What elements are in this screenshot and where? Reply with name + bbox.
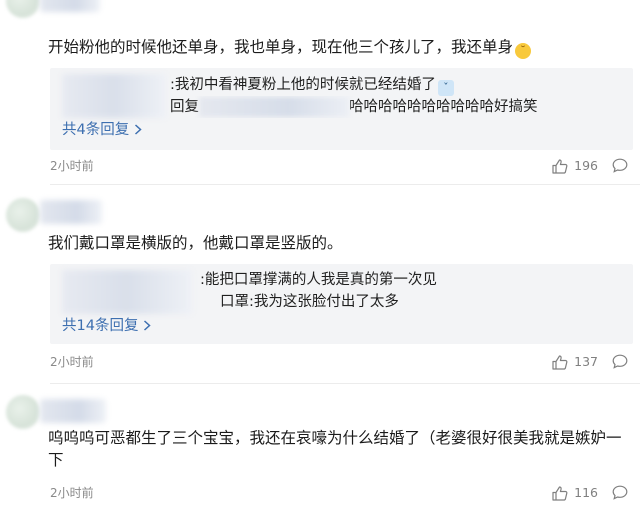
reply-line: :我初中看神夏粉上他的时候就已经结婚了 ˇ [170, 74, 633, 96]
like-count: 116 [574, 485, 598, 500]
crying-emoji-icon: ˇ [437, 80, 454, 96]
like-button[interactable]: 196 [552, 156, 598, 176]
comment-item: 我们戴口罩是横版的，他戴口罩是竖版的。 :能把口罩撑满的人我是真的第一次见 口罩… [0, 186, 640, 384]
comment-item: 开始粉他的时候他还单身，我也单身，现在他三个孩儿了，我还单身 ˘ :我初中看神夏粉… [0, 0, 640, 185]
username-blurred[interactable] [40, 0, 100, 12]
comment-item: 呜呜呜可恶都生了三个宝宝，我还在哀嚎为什么结婚了（老婆很好很美我就是嫉妒一下 2… [0, 385, 640, 510]
comment-text-content: 开始粉他的时候他还单身，我也单身，现在他三个孩儿了，我还单身 [48, 38, 514, 56]
sweat-smile-emoji-icon: ˘ [515, 43, 532, 59]
reply-target-blurred [199, 97, 349, 117]
comment-text-content: 我们戴口罩是横版的，他戴口罩是竖版的。 [48, 234, 343, 252]
like-count: 196 [574, 158, 598, 173]
like-button[interactable]: 137 [552, 352, 598, 372]
comment-meta: 2小时前 196 [50, 156, 632, 176]
reply-text: :我初中看神夏粉上他的时候就已经结婚了 [170, 77, 436, 93]
comment-text-content: 呜呜呜可恶都生了三个宝宝，我还在哀嚎为什么结婚了（老婆很好很美我就是嫉妒一下 [48, 429, 622, 469]
reply-button[interactable] [612, 485, 628, 500]
comment-bubble-icon [612, 158, 628, 173]
reply-line: :能把口罩撑满的人我是真的第一次见 [200, 269, 633, 291]
comment-feed: 开始粉他的时候他还单身，我也单身，现在他三个孩儿了，我还单身 ˘ :我初中看神夏粉… [0, 0, 640, 510]
comment-text: 我们戴口罩是横版的，他戴口罩是竖版的。 [48, 232, 632, 254]
username-blurred[interactable] [40, 200, 102, 224]
reply-usernames-blurred [62, 74, 166, 118]
divider [50, 184, 640, 185]
reply-button[interactable] [612, 354, 628, 369]
username-blurred[interactable] [40, 399, 106, 423]
timestamp: 2小时前 [50, 486, 94, 500]
reply-box: :我初中看神夏粉上他的时候就已经结婚了 ˇ 回复 哈哈哈哈哈哈哈哈哈哈好搞笑 共4条… [50, 68, 633, 150]
comment-text: 开始粉他的时候他还单身，我也单身，现在他三个孩儿了，我还单身 ˘ [48, 36, 632, 59]
avatar[interactable] [6, 395, 40, 429]
avatar[interactable] [6, 198, 40, 232]
chevron-right-icon [134, 124, 142, 135]
reply-prefix: 回复 [170, 99, 199, 115]
like-count: 137 [574, 354, 598, 369]
chevron-right-icon [144, 320, 151, 331]
more-replies-link[interactable]: 共4条回复 [62, 120, 142, 140]
comment-bubble-icon [612, 354, 628, 369]
reply-button[interactable] [612, 158, 628, 173]
like-button[interactable]: 116 [552, 483, 598, 503]
comment-meta: 2小时前 137 [50, 352, 632, 372]
reply-text: 口罩:我为这张脸付出了太多 [220, 294, 399, 310]
reply-text: :能把口罩撑满的人我是真的第一次见 [200, 272, 437, 288]
avatar[interactable] [6, 0, 40, 18]
more-replies-label: 共4条回复 [62, 122, 130, 138]
reply-line: 口罩:我为这张脸付出了太多 [220, 291, 633, 313]
reply-usernames-blurred [62, 270, 192, 314]
reply-text: 哈哈哈哈哈哈哈哈哈哈好搞笑 [349, 99, 538, 115]
comment-text: 呜呜呜可恶都生了三个宝宝，我还在哀嚎为什么结婚了（老婆很好很美我就是嫉妒一下 [48, 427, 632, 473]
divider [50, 383, 640, 384]
reply-box: :能把口罩撑满的人我是真的第一次见 口罩:我为这张脸付出了太多 共14条回复 [50, 264, 633, 344]
thumbs-up-icon [552, 485, 568, 501]
thumbs-up-icon [552, 354, 568, 370]
thumbs-up-icon [552, 158, 568, 174]
timestamp: 2小时前 [50, 355, 94, 369]
timestamp: 2小时前 [50, 159, 94, 173]
comment-bubble-icon [612, 485, 628, 500]
reply-line: 回复 哈哈哈哈哈哈哈哈哈哈好搞笑 [170, 96, 633, 118]
more-replies-link[interactable]: 共14条回复 [62, 316, 151, 336]
more-replies-label: 共14条回复 [62, 318, 139, 334]
comment-meta: 2小时前 116 [50, 483, 632, 503]
